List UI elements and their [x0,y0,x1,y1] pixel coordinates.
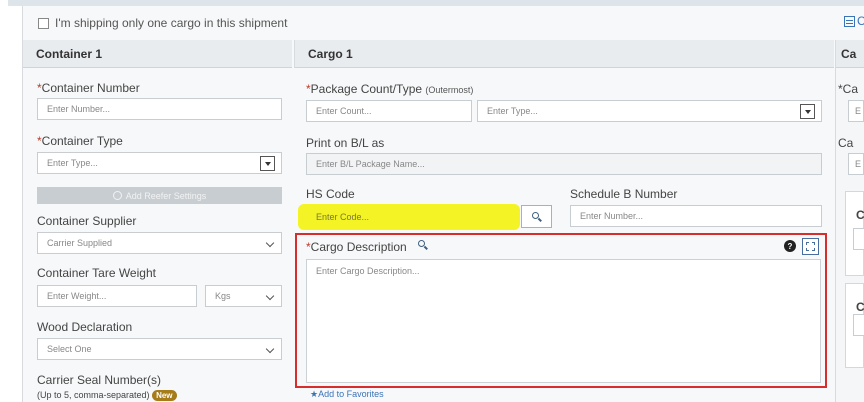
container-type-label: *Container Type [37,134,123,148]
checkbox-box[interactable] [38,17,49,29]
add-reefer-settings-button[interactable]: Add Reefer Settings [37,187,282,204]
search-icon [532,212,539,219]
carrier-seal-hint: (Up to 5, comma-separated) [37,390,150,400]
shipment-cargo-form: I'm shipping only one cargo in this ship… [0,0,864,402]
tare-weight-unit-value: Kgs [215,291,231,301]
tare-weight-unit-select[interactable]: Kgs [205,285,282,307]
top-right-link-label: C [857,14,864,28]
container-type-dropdown-button[interactable] [260,156,275,171]
add-circle-icon [112,191,122,200]
cargo-2-card-2-letter: C [856,300,864,314]
chevron-down-icon [265,291,275,301]
topbar: I'm shipping only one cargo in this ship… [22,10,864,36]
only-one-cargo-label: I'm shipping only one cargo in this ship… [55,16,288,30]
expand-icon[interactable] [802,238,819,255]
hs-code-input[interactable]: Enter Code... [306,206,516,228]
package-count-type-label: *Package Count/Type (Outermost) [306,82,474,96]
schedule-b-input[interactable]: Enter Number... [570,205,822,227]
carrier-seal-label: Carrier Seal Number(s) [37,373,162,387]
hs-code-search-button[interactable] [521,205,552,228]
package-count-input[interactable]: Enter Count... [306,100,472,122]
add-reefer-settings-label: Add Reefer Settings [125,190,207,201]
cargo-2-card-1-letter: C [856,208,864,222]
print-on-bl-input[interactable]: Enter B/L Package Name... [306,153,822,175]
help-icon[interactable]: ? [784,240,796,252]
cargo-2-card-2-input[interactable] [853,314,864,336]
container-supplier-select[interactable]: Carrier Supplied [37,232,282,254]
package-type-placeholder: Enter Type... [487,106,538,116]
wood-declaration-select[interactable]: Select One [37,338,282,360]
container-supplier-value: Carrier Supplied [47,238,113,248]
tare-weight-input[interactable]: Enter Weight... [37,285,197,307]
cargo-2-header: Ca [835,40,864,68]
cargo-2-label-2: Ca [838,136,854,150]
wood-declaration-label: Wood Declaration [37,320,133,334]
container-number-input[interactable]: Enter Number... [37,98,282,120]
container-number-label: *Container Number [37,81,140,95]
container-header: Container 1 [23,40,292,68]
print-on-bl-label: Print on B/L as [306,136,385,150]
cargo-2-card-2: C [845,283,864,368]
package-type-dropdown-button[interactable] [800,104,815,119]
cargo-description-search[interactable] [416,239,430,253]
cargo-2-input-1[interactable]: E [848,100,864,122]
list-icon [844,15,855,27]
new-badge: New [152,390,177,401]
cargo-2-input-2[interactable]: E [848,153,864,175]
cargo-2-card-1: C [845,191,864,276]
search-icon [418,240,425,247]
carrier-seal-sublabel: (Up to 5, comma-separated) New [37,390,177,401]
cargo-2-label-1: *Ca [838,82,859,96]
container-type-input[interactable]: Enter Type... [37,152,282,174]
top-right-link[interactable]: C [844,14,864,28]
only-one-cargo-checkbox[interactable]: I'm shipping only one cargo in this ship… [38,16,287,30]
container-type-placeholder: Enter Type... [47,158,98,168]
chevron-down-icon [265,344,275,354]
cargo-description-textarea[interactable]: Enter Cargo Description... [306,259,821,383]
schedule-b-label: Schedule B Number [570,187,678,201]
cargo-header: Cargo 1 [294,40,834,68]
container-tare-weight-label: Container Tare Weight [37,266,156,280]
chevron-down-icon [265,238,275,248]
container-supplier-label: Container Supplier [37,214,137,228]
package-type-input[interactable]: Enter Type... [477,100,822,122]
cargo-description-label: *Cargo Description [306,240,407,254]
wood-declaration-value: Select One [47,344,92,354]
hs-code-label: HS Code [306,187,355,201]
cargo-2-card-1-input[interactable] [853,228,864,250]
add-to-favorites-link[interactable]: ★Add to Favorites [310,389,384,400]
